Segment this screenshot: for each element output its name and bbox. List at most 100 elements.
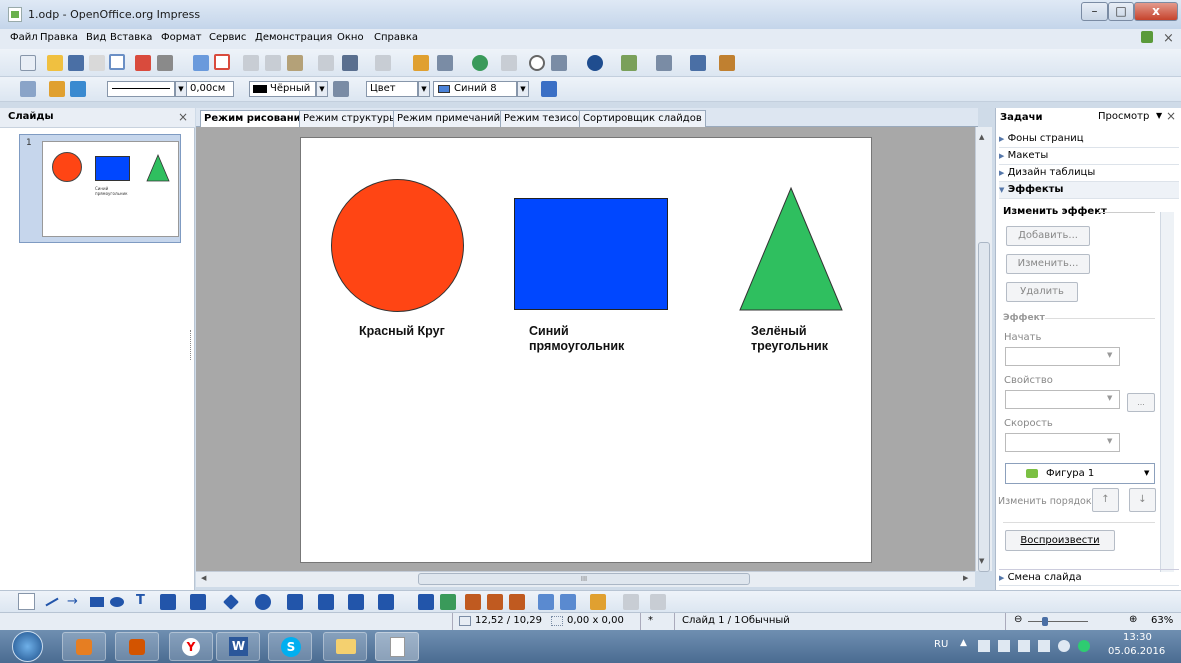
stars-icon[interactable] [378,594,394,610]
zoom-slider[interactable] [1028,621,1088,622]
fill-color-select[interactable]: Синий 8 [433,81,517,97]
menu-view[interactable]: Вид [86,32,106,43]
line-color-select[interactable]: Чёрный [249,81,316,97]
slide-thumbnail[interactable]: 1 Синий прямоугольник [19,134,181,243]
property-select[interactable]: ▼ [1005,390,1120,409]
navigator-icon[interactable] [472,55,488,71]
chart-icon[interactable] [413,55,429,71]
arrange-icon[interactable] [590,594,606,610]
task-panel-view-menu[interactable]: Просмотр [1098,111,1149,122]
horizontal-scrollbar[interactable]: ◀ III ▶ [196,571,975,587]
spellcheck-icon[interactable] [193,55,209,71]
move-down-button[interactable]: ↓ [1129,488,1156,512]
scroll-up-icon[interactable]: ▲ [979,133,984,141]
scroll-thumb[interactable] [978,242,990,572]
flowchart-icon[interactable] [318,594,334,610]
align-icon[interactable] [560,594,576,610]
section-backgrounds[interactable]: ▶ Фоны страниц [999,131,1179,148]
explorer-taskbar-button[interactable] [323,632,367,661]
update-status-icon[interactable] [1078,640,1090,652]
symbol-shapes-icon[interactable] [255,594,271,610]
redo-icon[interactable] [375,55,391,71]
zoom-out-icon[interactable]: ⊖ [1014,614,1022,625]
signal-icon[interactable] [1038,640,1050,652]
panel-splitter[interactable] [190,330,193,360]
menu-slideshow[interactable]: Демонстрация [255,32,332,43]
help-icon[interactable] [587,55,603,71]
block-arrows-icon[interactable] [287,594,303,610]
zoom-icon[interactable] [551,55,567,71]
circle-label[interactable]: Красный Круг [359,324,445,339]
effect-list-item[interactable]: Фигура 1 ▼ [1005,463,1155,484]
shadow-icon[interactable] [541,81,557,97]
section-effects[interactable]: ▼ Эффекты [999,182,1179,199]
add-effect-button[interactable]: Добавить... [1006,226,1090,246]
close-icon[interactable]: × [178,110,188,124]
gallery-icon[interactable] [509,594,525,610]
menu-help[interactable]: Справка [374,32,418,43]
toggle-extrusion-icon[interactable] [650,594,666,610]
impress-taskbar-button[interactable] [375,632,419,661]
ellipse-tool-icon[interactable] [110,597,124,607]
slide-icon[interactable] [656,55,672,71]
zoom-in-icon[interactable]: ⊕ [1129,614,1137,625]
rectangle-tool-icon[interactable] [90,597,104,607]
close-document-button[interactable]: × [1163,31,1174,46]
rectangle-label[interactable]: Синий прямоугольник [529,324,624,354]
blue-rectangle-shape[interactable] [514,198,668,310]
task-panel-scrollbar[interactable] [1160,212,1174,572]
print-icon[interactable] [157,55,173,71]
chevron-down-icon[interactable]: ▼ [517,81,529,97]
select-arrow-icon[interactable] [18,593,35,610]
save-icon[interactable] [68,55,84,71]
styles-icon[interactable] [20,81,36,97]
chevron-down-icon[interactable]: ▼ [1156,111,1162,120]
undo-icon[interactable] [342,55,358,71]
custom-animation-icon[interactable] [719,55,735,71]
email-icon[interactable] [89,55,105,71]
clock-date[interactable]: 05.06.2016 [1108,646,1165,657]
volume-icon[interactable] [1058,640,1070,652]
show-draw-functions-icon[interactable] [529,55,545,71]
vertical-scrollbar[interactable]: ▲ ▼ [975,127,992,572]
export-pdf-icon[interactable] [135,55,151,71]
hscroll-thumb[interactable]: III [418,573,750,585]
cut-icon[interactable] [243,55,259,71]
menu-tools[interactable]: Сервис [209,32,246,43]
new-document-icon[interactable] [20,55,36,71]
tab-slide-sorter[interactable]: Сортировщик слайдов [579,110,706,127]
arrow-line-icon[interactable]: → [67,595,78,608]
paint-taskbar-button[interactable] [115,632,159,661]
text-tool-icon[interactable]: T [136,594,145,608]
menu-insert[interactable]: Вставка [110,32,152,43]
zoom-level[interactable]: 63% [1151,615,1173,626]
autospellcheck-icon[interactable] [214,54,230,70]
curve-tool-icon[interactable] [160,594,176,610]
slide-layout-icon[interactable] [621,55,637,71]
outlook-taskbar-button[interactable] [62,632,106,661]
table-icon[interactable] [437,55,453,71]
close-button[interactable]: x [1134,2,1178,21]
minimize-button[interactable]: – [1081,2,1108,21]
section-slide-transition[interactable]: ▶ Смена слайда [999,569,1179,586]
fontwork-icon[interactable] [465,594,481,610]
device-icon[interactable] [1018,640,1030,652]
line-icon[interactable] [49,81,65,97]
property-options-button[interactable]: ... [1127,393,1155,412]
start-button[interactable] [12,631,43,662]
fill-type-select[interactable]: Цвет [366,81,418,97]
edit-mode-icon[interactable] [109,54,125,70]
menu-format[interactable]: Формат [161,32,202,43]
glue-points-icon[interactable] [440,594,456,610]
menu-file[interactable]: Файл [10,32,38,43]
move-up-button[interactable]: ↑ [1092,488,1119,512]
network-icon[interactable] [978,640,990,652]
clock-time[interactable]: 13:30 [1123,632,1152,643]
callouts-icon[interactable] [348,594,364,610]
menu-window[interactable]: Окно [337,32,364,43]
basic-shapes-icon[interactable] [223,594,239,610]
triangle-label[interactable]: Зелёный треугольник [751,324,828,354]
maximize-button[interactable]: □ [1108,2,1134,21]
play-button[interactable]: Воспроизвести [1005,530,1115,551]
format-paintbrush-icon[interactable] [318,55,334,71]
